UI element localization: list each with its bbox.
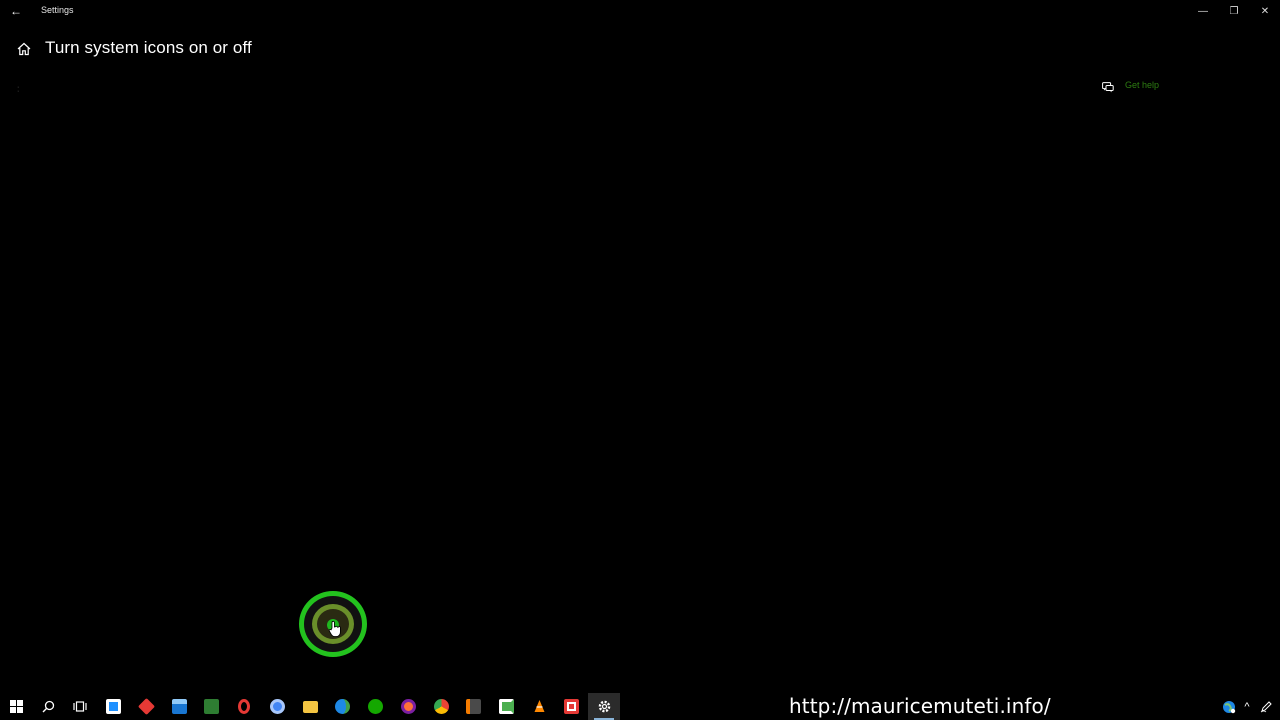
network-tray-button[interactable]	[1220, 693, 1238, 720]
store-app[interactable]	[97, 693, 129, 720]
camtasia-app[interactable]	[490, 693, 522, 720]
chrome-app[interactable]	[425, 693, 457, 720]
pen-tray-button[interactable]	[1258, 693, 1274, 720]
loading-indicator: · ·	[17, 84, 20, 95]
recorder-app[interactable]	[555, 693, 587, 720]
app-title: Settings	[41, 5, 74, 15]
file-explorer-icon	[302, 700, 318, 713]
chromium-icon	[269, 699, 285, 714]
start-button[interactable]	[0, 693, 32, 720]
close-button[interactable]: ✕	[1249, 0, 1280, 22]
task-view-icon	[73, 701, 87, 712]
opera-icon	[238, 699, 250, 714]
tray-expand-button[interactable]: ^	[1240, 693, 1254, 720]
firefox-icon	[400, 699, 416, 714]
edge-icon	[334, 699, 350, 714]
vlc-app[interactable]	[523, 693, 555, 720]
firefox-app[interactable]	[392, 693, 424, 720]
chat-app-icon	[203, 699, 219, 714]
chrome-icon	[433, 699, 449, 714]
chromium-app[interactable]	[261, 693, 293, 720]
search-button[interactable]	[32, 693, 64, 720]
mail-icon	[171, 699, 187, 714]
get-help-label: Get help	[1125, 80, 1160, 90]
home-icon[interactable]	[15, 40, 33, 58]
title-bar: ← Settings — ❐ ✕	[0, 0, 1280, 22]
file-explorer-app[interactable]	[294, 693, 326, 720]
url-overlay: http://mauricemuteti.info/	[789, 694, 1051, 718]
get-help-link[interactable]: Get help	[1102, 78, 1159, 92]
upwork-app[interactable]	[359, 693, 391, 720]
chat-bubble-icon	[1102, 80, 1114, 92]
chat-app[interactable]	[195, 693, 227, 720]
edge-app[interactable]	[326, 693, 358, 720]
pen-icon	[1260, 700, 1272, 712]
taskbar	[0, 693, 1280, 720]
anydesk-app[interactable]	[130, 693, 162, 720]
store-icon	[105, 699, 121, 714]
globe-icon	[1223, 700, 1236, 713]
vlc-icon	[534, 700, 544, 712]
search-icon	[42, 700, 54, 713]
recorder-icon	[563, 699, 579, 714]
opera-app[interactable]	[228, 693, 260, 720]
settings-icon	[598, 700, 610, 713]
sublime-text-app[interactable]	[457, 693, 489, 720]
maximize-button[interactable]: ❐	[1218, 0, 1250, 22]
upwork-icon	[367, 699, 383, 714]
anydesk-icon	[137, 698, 155, 715]
mail-app[interactable]	[163, 693, 195, 720]
start-icon	[9, 700, 23, 713]
camtasia-icon	[498, 699, 514, 714]
back-button[interactable]: ←	[4, 0, 28, 22]
settings-app[interactable]	[588, 693, 620, 720]
page-title: Turn system icons on or off	[45, 38, 252, 57]
hand-cursor-icon	[328, 620, 342, 638]
sublime-text-icon	[465, 699, 481, 714]
minimize-button[interactable]: —	[1187, 0, 1219, 22]
task-view-button[interactable]	[64, 693, 96, 720]
